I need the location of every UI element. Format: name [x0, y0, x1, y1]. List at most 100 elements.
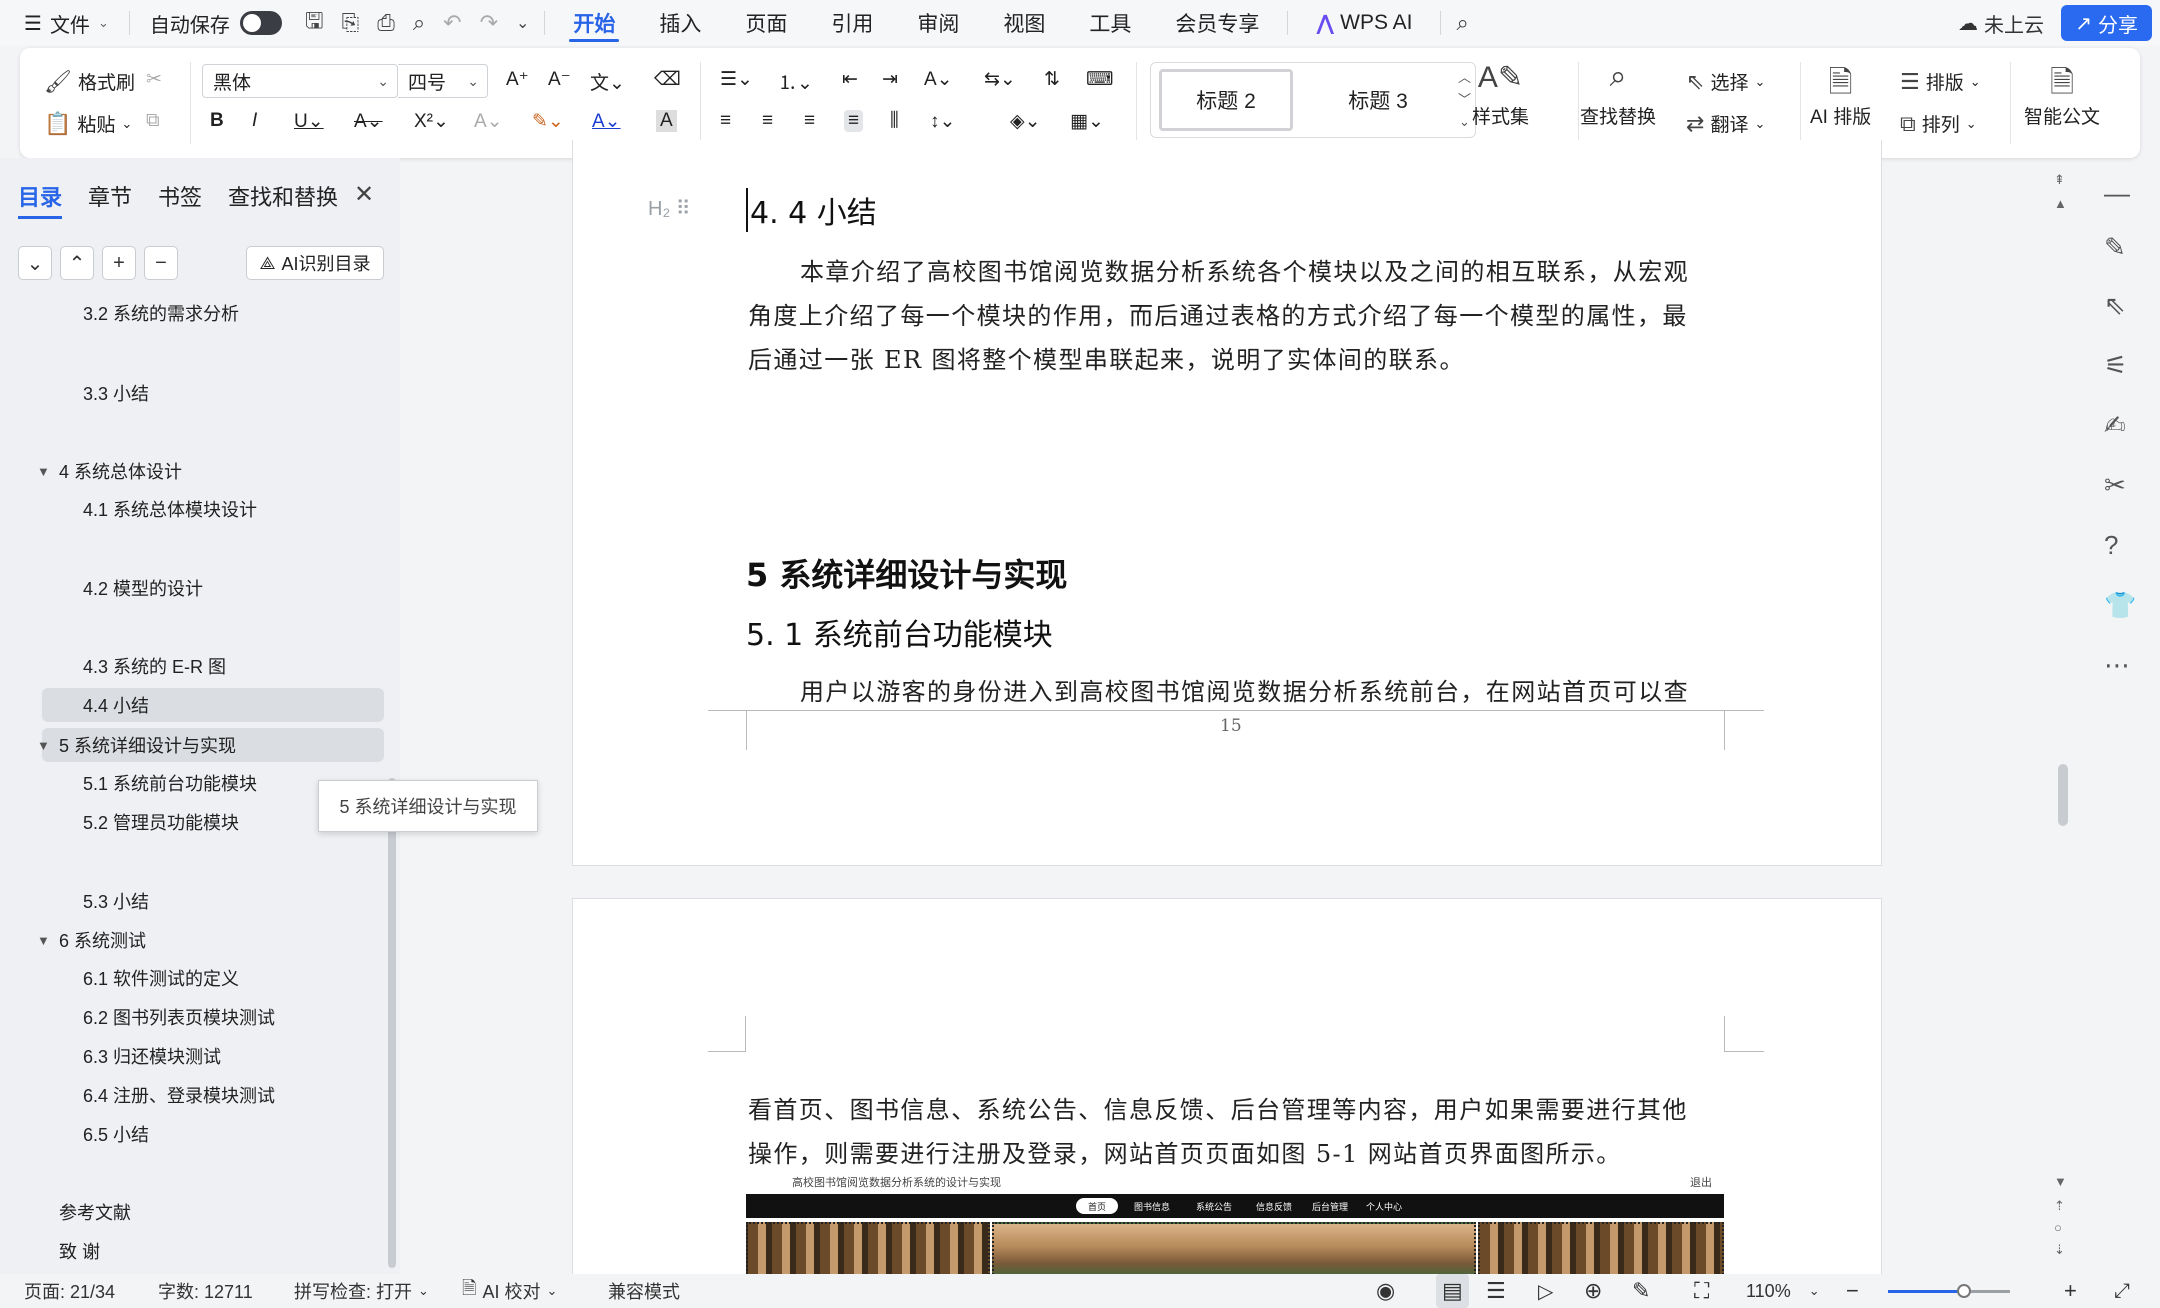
phonetic-guide-icon[interactable]: 文⌄	[590, 68, 625, 95]
toc-item[interactable]: ▼ 4 系统总体设计	[37, 454, 182, 488]
tab-member[interactable]: 会员专享	[1153, 0, 1281, 46]
show-marks-icon[interactable]: ⌨	[1086, 68, 1113, 91]
style-heading-3[interactable]: 标题 3	[1311, 69, 1445, 131]
highlight-icon[interactable]: ✎⌄	[532, 110, 564, 133]
help-icon[interactable]: ?	[2104, 530, 2118, 561]
toc-item[interactable]: 参考文献	[59, 1195, 131, 1229]
line-spacing-icon[interactable]: ↕⌄	[930, 110, 955, 133]
text-effect-icon[interactable]: A⌄	[474, 110, 503, 133]
collapse-up-button[interactable]: ⌃	[60, 246, 94, 280]
ai-layout-button[interactable]: 🗎 AI 排版	[1810, 60, 1871, 129]
font-name-select[interactable]: 黑体 ⌄	[202, 64, 398, 98]
save-icon[interactable]: 🖫	[296, 4, 333, 42]
style-heading-2[interactable]: 标题 2	[1159, 69, 1293, 131]
next-page-icon[interactable]: ⇣	[2054, 1242, 2065, 1258]
toc-item[interactable]: 6.4 注册、登录模块测试	[83, 1078, 275, 1112]
shading-icon[interactable]: ◈⌄	[1010, 110, 1041, 133]
toc-item[interactable]: 5.1 系统前台功能模块	[83, 766, 257, 800]
arrange-button[interactable]: ⧉ 排列 ⌄	[1900, 110, 1977, 137]
tab-wps-ai[interactable]: ⋀ WPS AI	[1294, 0, 1434, 46]
scroll-up-icon[interactable]: ▲	[2054, 196, 2067, 211]
section-heading-5-1[interactable]: 5. 1 系统前台功能模块	[746, 610, 1053, 654]
cut-icon[interactable]: ✂	[146, 68, 162, 91]
increase-font-icon[interactable]: A⁺	[506, 68, 529, 91]
typeset-button[interactable]: ☰ 排版 ⌄	[1900, 68, 1981, 95]
play-icon[interactable]: ▷	[1538, 1274, 1553, 1308]
increase-indent-icon[interactable]: ⇥	[882, 68, 898, 91]
toc-item[interactable]: 6.5 小结	[83, 1117, 149, 1151]
style-gallery-scroll[interactable]: ︿ ﹀ ⌄	[1458, 67, 1471, 133]
file-menu[interactable]: ☰ 文件 ⌄	[0, 0, 123, 46]
minimize-panel-icon[interactable]: —	[2104, 178, 2130, 209]
bullet-list-icon[interactable]: ☰⌄	[720, 68, 753, 91]
prev-page-icon[interactable]: ⇡	[2054, 1198, 2065, 1214]
paragraph-line[interactable]: 操作，则需要进行注册及登录，网站首页页面如图 5-1 网站首页界面图所示。	[748, 1134, 1622, 1169]
border-icon[interactable]: ▦⌄	[1070, 110, 1104, 133]
tab-bookmarks[interactable]: 书签	[158, 180, 202, 219]
toc-item[interactable]: 5.2 管理员功能模块	[83, 805, 239, 839]
spell-check-status[interactable]: 拼写检查: 打开 ⌄	[294, 1274, 429, 1308]
underline-icon[interactable]: U⌄	[294, 110, 324, 133]
write-mode-icon[interactable]: ✎	[1632, 1274, 1650, 1308]
autosave-toggle[interactable]: 自动保存	[136, 0, 296, 46]
char-shading-icon[interactable]: A	[656, 110, 677, 132]
bold-icon[interactable]: B	[210, 110, 224, 132]
print-preview-icon[interactable]: ⌕	[404, 10, 434, 36]
chapter-heading-5[interactable]: 5 系统详细设计与实现	[746, 550, 1067, 596]
decrease-font-icon[interactable]: A⁻	[548, 68, 571, 91]
search-icon[interactable]: ⌕	[1447, 10, 1477, 36]
zoom-level-select[interactable]: 110% ⌄	[1746, 1274, 1820, 1308]
align-right-icon[interactable]: ≡	[804, 110, 815, 132]
paragraph-line[interactable]: 本章介绍了高校图书馆阅览数据分析系统各个模块以及之间的相互联系，从宏观	[800, 252, 1689, 287]
document-scrollbar[interactable]	[2058, 764, 2068, 826]
ai-writing-icon[interactable]: ✍	[2104, 410, 2126, 441]
pointer-icon[interactable]: ⇖	[2104, 290, 2126, 321]
toc-item[interactable]: 致 谢	[59, 1234, 100, 1268]
tab-chapters[interactable]: 章节	[88, 180, 132, 219]
toc-item[interactable]: 5.3 小结	[83, 884, 149, 918]
superscript-icon[interactable]: X²⌄	[414, 110, 449, 133]
tab-review[interactable]: 审阅	[895, 0, 981, 46]
figure-homepage-screenshot[interactable]: 高校图书馆阅览数据分析系统的设计与实现 退出 首页 图书信息 系统公告 信息反馈…	[746, 1170, 1724, 1274]
toc-item[interactable]: 4.2 模型的设计	[83, 571, 203, 605]
text-direction-icon[interactable]: A⌄	[924, 68, 953, 91]
tab-toc[interactable]: 目录	[18, 180, 63, 219]
toc-item[interactable]: ▼ 5 系统详细设计与实现	[37, 728, 236, 762]
scroll-down-icon[interactable]: ▼	[2054, 1174, 2067, 1189]
italic-icon[interactable]: I	[252, 110, 257, 132]
zoom-slider-handle[interactable]	[1956, 1284, 1971, 1298]
print-icon[interactable]: ⎙	[368, 10, 404, 36]
paragraph-line[interactable]: 角度上介绍了每一个模块的作用，而后通过表格的方式介绍了每一个模型的属性，最	[748, 296, 1688, 331]
web-view-icon[interactable]: ⊕	[1584, 1274, 1602, 1308]
tools-icon[interactable]: ✂	[2104, 470, 2126, 501]
word-count[interactable]: 字数: 12711	[158, 1274, 253, 1308]
align-left-icon[interactable]: ≡	[720, 110, 731, 132]
toc-item[interactable]: 3.3 小结	[83, 376, 149, 410]
zoom-out-icon[interactable]: −	[1846, 1274, 1859, 1308]
more-quick-icon[interactable]: ⌄	[507, 13, 538, 33]
smart-document-button[interactable]: 🗎 智能公文	[2024, 60, 2100, 129]
expand-down-button[interactable]: ⌄	[18, 246, 52, 280]
browse-object-icon[interactable]: ○	[2054, 1220, 2062, 1235]
clear-format-icon[interactable]: ⌫	[654, 68, 681, 91]
toc-item[interactable]: 6.2 图书列表页模块测试	[83, 1000, 275, 1034]
more-icon[interactable]: ⋯	[2104, 650, 2130, 681]
eye-protection-icon[interactable]: ◉	[1376, 1274, 1395, 1308]
paragraph-line[interactable]: 用户以游客的身份进入到高校图书馆阅览数据分析系统前台，在网站首页可以查	[800, 672, 1689, 707]
copy-icon[interactable]: ⧉	[146, 110, 160, 132]
sort-icon[interactable]: ⇅	[1044, 68, 1060, 91]
export-icon[interactable]: ⎘	[333, 10, 369, 36]
toc-item[interactable]: 6.3 归还模块测试	[83, 1039, 221, 1073]
tab-home[interactable]: 开始	[551, 0, 637, 46]
redo-icon[interactable]: ↷	[471, 10, 507, 36]
toc-item[interactable]: 6.1 软件测试的定义	[83, 961, 239, 995]
paragraph-line[interactable]: 后通过一张 ER 图将整个模型串联起来，说明了实体间的联系。	[748, 340, 1465, 375]
align-center-icon[interactable]: ≡	[762, 110, 773, 132]
zoom-slider[interactable]	[1888, 1290, 2010, 1293]
toc-item[interactable]: 4.1 系统总体模块设计	[83, 492, 257, 526]
add-heading-button[interactable]: +	[102, 246, 136, 280]
format-painter-button[interactable]: 🖌 格式刷	[44, 68, 135, 95]
section-heading-4-4[interactable]: 4. 4 小结	[746, 188, 877, 232]
translate-button[interactable]: ⇄ 翻译 ⌄	[1686, 110, 1765, 137]
skin-icon[interactable]: 👕	[2104, 590, 2136, 621]
